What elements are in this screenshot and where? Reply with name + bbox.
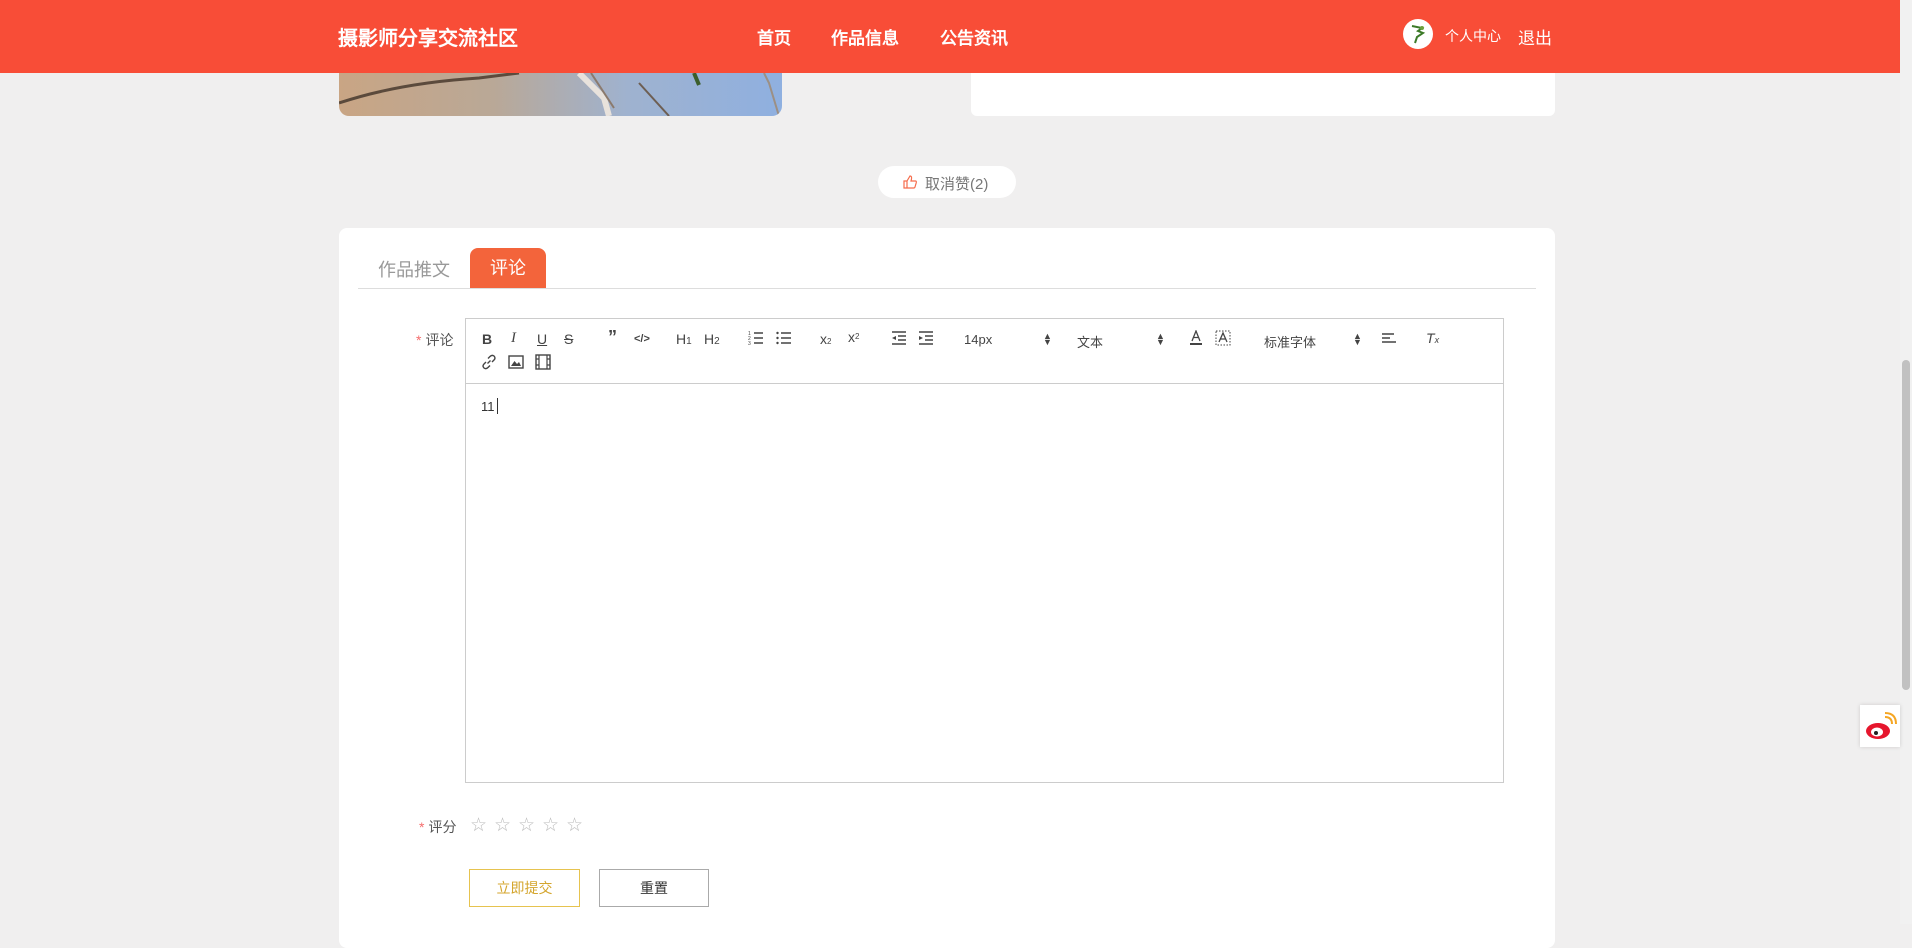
rating-label-text: 评分 (428, 819, 457, 835)
avatar[interactable] (1403, 19, 1433, 49)
bold-icon[interactable]: B (482, 331, 492, 347)
weibo-icon (1860, 712, 1900, 751)
font-family-select[interactable]: 标准字体 ▲ ▼ (1264, 332, 1362, 351)
user-center-link[interactable]: 个人中心 (1445, 26, 1501, 46)
nav-home[interactable]: 首页 (757, 24, 791, 49)
nav-news[interactable]: 公告资讯 (940, 24, 1008, 49)
tabs-divider (358, 288, 1536, 289)
superscript-icon[interactable]: x2 (848, 329, 859, 345)
indent-icon[interactable] (918, 330, 934, 349)
subscript-icon[interactable]: x2 (820, 331, 831, 350)
image-icon[interactable] (508, 354, 524, 373)
font-size-value: 14px (964, 332, 993, 347)
work-info-card (971, 73, 1555, 116)
thumb-up-icon (902, 174, 918, 194)
background-color-icon[interactable] (1215, 330, 1231, 349)
page-scrollbar-thumb[interactable] (1902, 360, 1910, 690)
comment-editor: B I U S ” </> H1 H2 123 x2 x2 14px ▲ ▼ 文… (465, 318, 1504, 783)
text-cursor (497, 398, 498, 414)
rating-label: * 评分 (419, 817, 456, 837)
star-icon[interactable]: ☆ (542, 814, 559, 837)
code-icon[interactable]: </> (634, 331, 650, 347)
work-photo (339, 73, 782, 116)
editor-toolbar: B I U S ” </> H1 H2 123 x2 x2 14px ▲ ▼ 文… (466, 319, 1503, 384)
logout-link[interactable]: 退出 (1518, 24, 1552, 49)
tab-comment[interactable]: 评论 (470, 248, 546, 289)
unlike-button[interactable]: 取消赞(2) (878, 166, 1016, 198)
required-mark: * (416, 332, 422, 348)
outdent-icon[interactable] (891, 330, 907, 349)
tab-work-article[interactable]: 作品推文 (378, 256, 450, 282)
required-mark: * (419, 819, 425, 835)
bullet-list-icon[interactable] (776, 330, 792, 349)
svg-text:3: 3 (748, 341, 751, 346)
link-icon[interactable] (481, 354, 497, 373)
top-navbar: 摄影师分享交流社区 首页 作品信息 公告资讯 个人中心 退出 (0, 0, 1900, 73)
detail-panel: 作品推文 评论 * 评论 B I U S ” </> H1 H2 123 x2 x… (339, 228, 1555, 948)
nav-works[interactable]: 作品信息 (831, 24, 899, 49)
heading-value: 文本 (1077, 335, 1104, 350)
heading1-icon[interactable]: H1 (676, 331, 692, 350)
star-icon[interactable]: ☆ (470, 814, 487, 837)
caret-down-icon: ▼ (1043, 337, 1052, 347)
underline-icon[interactable]: U (537, 331, 547, 347)
comment-label-text: 评论 (425, 332, 454, 348)
clear-format-icon[interactable]: Tx (1426, 330, 1439, 348)
font-size-select[interactable]: 14px ▲ ▼ (964, 332, 1052, 348)
font-family-value: 标准字体 (1264, 335, 1317, 350)
editor-content[interactable]: 11 (466, 384, 1503, 782)
star-icon[interactable]: ☆ (566, 814, 583, 837)
heading2-icon[interactable]: H2 (704, 331, 720, 350)
weibo-share-button[interactable] (1860, 705, 1900, 747)
italic-icon[interactable]: I (511, 330, 516, 346)
caret-down-icon: ▼ (1353, 337, 1362, 347)
reset-button[interactable]: 重置 (599, 869, 709, 907)
ordered-list-icon[interactable]: 123 (748, 330, 764, 349)
heading-select[interactable]: 文本 ▲ ▼ (1077, 332, 1165, 351)
font-color-icon[interactable] (1189, 329, 1203, 349)
submit-button[interactable]: 立即提交 (469, 869, 580, 907)
star-icon[interactable]: ☆ (518, 814, 535, 837)
strikethrough-icon[interactable]: S (564, 331, 573, 347)
video-icon[interactable] (535, 354, 551, 373)
comment-label: * 评论 (416, 330, 453, 350)
editor-text: 11 (481, 399, 495, 414)
site-title[interactable]: 摄影师分享交流社区 (338, 22, 518, 51)
caret-down-icon: ▼ (1156, 337, 1165, 347)
align-icon[interactable] (1381, 330, 1397, 349)
blockquote-icon[interactable]: ” (608, 328, 617, 346)
like-count-label: 取消赞(2) (925, 176, 989, 193)
star-icon[interactable]: ☆ (494, 814, 511, 837)
